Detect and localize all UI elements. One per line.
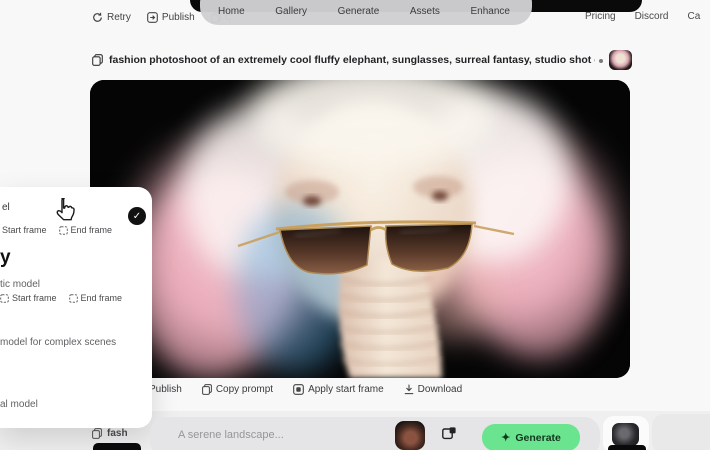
model-option-2-frames: Start frame End frame [0, 293, 122, 303]
frame-icon [0, 294, 9, 303]
right-panel-fragment [652, 414, 710, 450]
model-option-4-subtitle[interactable]: al model [0, 399, 38, 410]
nav-enhance[interactable]: Enhance [470, 6, 509, 17]
next-prompt-row: fash [92, 428, 128, 439]
link-careers[interactable]: Ca [687, 11, 700, 22]
copy-icon [92, 428, 102, 439]
frame-icon [59, 226, 68, 235]
link-discord[interactable]: Discord [635, 11, 669, 22]
apply-frame-icon [293, 384, 304, 395]
nav-gallery[interactable]: Gallery [275, 6, 307, 17]
media-thumbnail[interactable] [612, 423, 639, 446]
right-media-card-top [608, 445, 646, 450]
top-nav: Home Gallery Generate Assets Enhance [200, 0, 532, 25]
next-media-card-top [93, 443, 141, 450]
bullet-dot [599, 59, 603, 63]
generated-video-frame[interactable] [90, 80, 630, 378]
frames-icon[interactable] [442, 427, 456, 440]
download-icon [404, 384, 414, 395]
copy-icon [202, 384, 212, 395]
nav-home[interactable]: Home [218, 6, 245, 17]
prompt-row: fashion photoshoot of an extremely cool … [92, 50, 642, 70]
download-button[interactable]: Download [404, 384, 462, 395]
frame-icon [69, 294, 78, 303]
copy-prompt-button[interactable]: Copy prompt [202, 384, 273, 395]
start-frame-chip[interactable]: Start frame [0, 293, 57, 303]
copy-icon[interactable] [92, 54, 103, 66]
nav-assets[interactable]: Assets [410, 6, 440, 17]
prompt-input-bar: ✦ Generate [150, 417, 600, 450]
model-option-3-subtitle[interactable]: model for complex scenes [0, 337, 116, 348]
app-window: Home Gallery Generate Assets Enhance Pri… [0, 0, 710, 450]
model-option-2-title[interactable]: y [0, 247, 11, 269]
publish-icon [147, 12, 158, 23]
start-frame-chip[interactable]: Start frame [2, 225, 47, 235]
top-right-links: Pricing Discord Ca [585, 11, 700, 22]
end-frame-chip[interactable]: End frame [59, 225, 113, 235]
prompt-text: fashion photoshoot of an extremely cool … [109, 54, 595, 66]
model-option-1-frames: Start frame End frame [2, 225, 112, 235]
publish-button[interactable]: Publish [147, 12, 195, 23]
prompt-input[interactable] [178, 425, 378, 445]
retry-button[interactable]: Retry [92, 12, 131, 23]
generation-thumbnail[interactable] [609, 50, 632, 70]
retry-icon [92, 12, 103, 23]
sparkle-icon: ✦ [501, 431, 510, 444]
model-option-1-label[interactable]: el [2, 202, 10, 213]
link-pricing[interactable]: Pricing [585, 11, 616, 22]
nav-generate[interactable]: Generate [338, 6, 380, 17]
model-select-menu: el ✓ Start frame End frame y tic model S… [0, 187, 152, 428]
generate-button[interactable]: ✦ Generate [482, 424, 580, 450]
elephant-image [90, 80, 630, 378]
apply-start-frame-button[interactable]: Apply start frame [293, 384, 384, 395]
end-frame-chip[interactable]: End frame [69, 293, 123, 303]
style-avatar[interactable] [395, 421, 425, 450]
selected-check-icon: ✓ [128, 207, 146, 225]
model-option-2-subtitle: tic model [0, 279, 40, 290]
media-actions-row: Publish Copy prompt Apply start frame Do… [134, 384, 462, 395]
